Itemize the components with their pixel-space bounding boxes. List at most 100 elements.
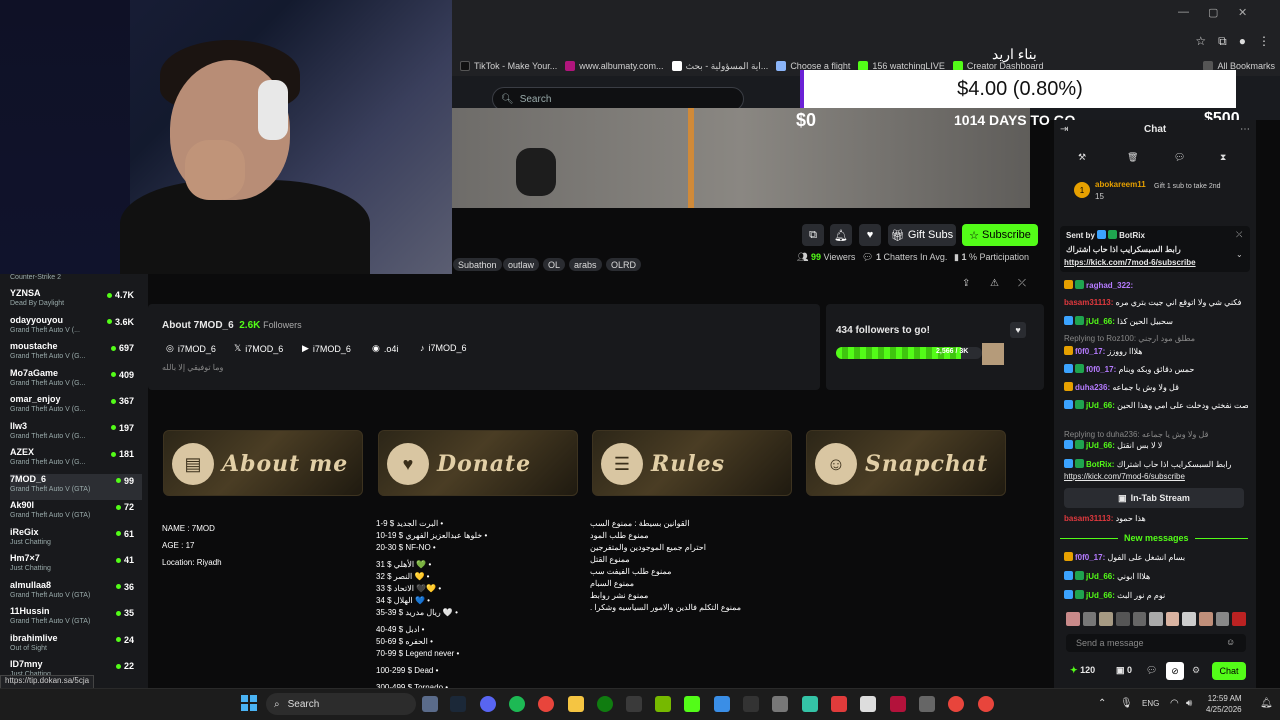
tag[interactable]: OL	[543, 258, 566, 271]
emote-icon[interactable]	[1132, 612, 1147, 626]
sidebar-channel-item[interactable]: YZNSA Dead By Daylight 4.7K	[10, 288, 142, 314]
xbox-icon[interactable]	[597, 696, 613, 712]
chat-message[interactable]: jUd_66: خلصت نفختي ودخلت على امي وهذا ال…	[1064, 400, 1248, 410]
pinned-link[interactable]: https://kick.com/7mod-6/subscribe	[1064, 258, 1196, 267]
chat-username[interactable]: jUd_66:	[1086, 401, 1115, 410]
tag[interactable]: OLRD	[606, 258, 642, 271]
emote-icon[interactable]	[1082, 612, 1097, 626]
app-icon[interactable]	[743, 696, 759, 712]
chevron-down-icon[interactable]: ⌄	[1236, 250, 1243, 259]
bookmark-item[interactable]: www.albumaty.com...	[565, 61, 664, 71]
gift-subs-button[interactable]: 🎁︎ Gift Subs	[888, 224, 956, 246]
stream-player[interactable]	[452, 108, 1030, 208]
chat-username[interactable]: jUd_66:	[1086, 317, 1115, 326]
trash-icon[interactable]: 🗑︎	[1127, 152, 1138, 163]
close-window-button[interactable]: ✕	[1238, 6, 1247, 19]
gift-sub-prompt[interactable]: Gift 1 sub to take 2nd	[1154, 182, 1230, 191]
follow-button[interactable]: ♥	[859, 224, 881, 246]
chat-message[interactable]: BotRix: رابط السبسكرايب اذا حاب اشتراك	[1064, 459, 1248, 469]
emote-icon[interactable]	[1215, 612, 1230, 626]
steam-icon[interactable]	[450, 696, 466, 712]
sidebar-channel-item[interactable]: odayyouyou Grand Theft Auto V (... 3.6K	[10, 315, 142, 341]
chrome-icon[interactable]	[948, 696, 964, 712]
top-gifter-name[interactable]: abokareem11	[1095, 180, 1146, 189]
emote-icon[interactable]	[1165, 612, 1180, 626]
kick-app-icon[interactable]	[684, 696, 700, 712]
gift-counter[interactable]: ▣ 0	[1116, 665, 1132, 676]
chat-username[interactable]: jUd_66:	[1086, 441, 1115, 450]
sidebar-channel-item[interactable]: llw3 Grand Theft Auto V (G... 197	[10, 421, 142, 447]
extensions-icon[interactable]: ⧉	[1218, 34, 1227, 49]
clip-button[interactable]: ⧉	[802, 224, 824, 246]
tag[interactable]: outlaw	[503, 258, 540, 271]
chat-message[interactable]: f0f0_17: هلااا رووزز	[1064, 346, 1248, 356]
minimize-button[interactable]: —	[1178, 6, 1189, 18]
chat-username[interactable]: f0f0_17:	[1086, 365, 1116, 374]
emote-icon[interactable]	[1182, 612, 1197, 626]
chat-settings-icon[interactable]: ⋯	[1240, 124, 1250, 135]
gear-icon[interactable]: ⚙	[1192, 665, 1200, 676]
menu-icon[interactable]: ⋮	[1258, 34, 1270, 49]
chat-username[interactable]: BotRix:	[1086, 460, 1114, 469]
chat-username[interactable]: f0f0_17:	[1075, 553, 1105, 562]
chat-message[interactable]: Replying to Roz100: مطلق مود ارجني	[1064, 334, 1248, 343]
sidebar-channel-item[interactable]: almullaa8 Grand Theft Auto V (GTA) 36	[10, 580, 142, 606]
panel-about-me[interactable]: ▤ About me	[163, 430, 363, 496]
sidebar-channel-item[interactable]: omar_enjoy Grand Theft Auto V (G... 367	[10, 394, 142, 420]
chat-username[interactable]: Replying to duha236:	[1064, 430, 1140, 439]
panel-donate[interactable]: ♥ Donate	[378, 430, 578, 496]
chat-message[interactable]: basam31113: هذا حمود	[1064, 514, 1248, 523]
file-explorer-icon[interactable]	[568, 696, 584, 712]
collapse-chat-icon[interactable]: ⇥	[1060, 124, 1068, 135]
chat-username[interactable]: f0f0_17:	[1075, 347, 1105, 356]
chat-username[interactable]: basam31113:	[1064, 298, 1113, 307]
bookmark-item[interactable]: اية المسؤولية - بحث...	[671, 61, 768, 72]
mute-icon[interactable]: ⤫	[1018, 278, 1026, 289]
windows-start-icon[interactable]	[241, 695, 257, 711]
tray-chevron-icon[interactable]: ⌃	[1098, 698, 1106, 709]
subscribe-button[interactable]: ☆ Subscribe	[962, 224, 1038, 246]
notification-bell-icon[interactable]: 🔔︎	[1260, 698, 1273, 709]
chat-message[interactable]: f0f0_17: بسام انشغل على الفول	[1064, 552, 1248, 562]
emote-icon[interactable]	[1099, 612, 1113, 626]
send-chat-button[interactable]: Chat	[1212, 662, 1246, 680]
spotify-icon[interactable]	[509, 696, 525, 712]
x-link[interactable]: 𝕏i7MOD_6	[234, 343, 283, 354]
mic-icon[interactable]: 🎙︎	[1120, 698, 1133, 709]
tag[interactable]: Subathon	[453, 258, 502, 271]
chat-message[interactable]: f0f0_17: حمس دقائق وبكه وبنام	[1064, 364, 1248, 374]
chat-message[interactable]: jUd_66: لا لا بس انقتل	[1064, 440, 1248, 450]
sidebar-channel-item[interactable]: 7MOD_6 Grand Theft Auto V (GTA) 99	[10, 473, 142, 500]
panel-rules[interactable]: ☰ Rules	[592, 430, 792, 496]
emote-icon[interactable]	[1115, 612, 1130, 626]
chat-message[interactable]: jUd_66: سحبيل الحين كذا	[1064, 316, 1248, 326]
chat-message[interactable]: Replying to duha236: قل ولا وش يا جماعه	[1064, 430, 1248, 439]
profile-icon[interactable]: ●	[1239, 34, 1246, 49]
settings-app-icon[interactable]	[919, 696, 935, 712]
discord-icon[interactable]	[480, 696, 496, 712]
chat-username[interactable]: jUd_66:	[1086, 572, 1115, 581]
chrome-icon[interactable]	[538, 696, 554, 712]
emote-icon[interactable]	[1199, 612, 1213, 626]
sidebar-channel-item[interactable]: AZEX Grand Theft Auto V (G... 181	[10, 447, 142, 473]
store-icon[interactable]	[626, 696, 642, 712]
panel-snapchat[interactable]: ☺ Snapchat	[806, 430, 1006, 496]
chrome-icon[interactable]	[978, 696, 994, 712]
chat-message[interactable]: duha236: قل ولا وش يا جماعه	[1064, 382, 1248, 392]
discord-link[interactable]: ◉ .o4i	[372, 343, 398, 354]
channel-points[interactable]: ✦ 120	[1070, 665, 1095, 676]
chat-username[interactable]: basam31113:	[1064, 514, 1113, 523]
volume-icon[interactable]: 🔊︎	[1186, 698, 1192, 709]
emote-icon[interactable]	[1066, 612, 1080, 626]
instagram-link[interactable]: ◎ i7MOD_6	[166, 343, 216, 354]
sidebar-channel-item[interactable]: Ak90l Grand Theft Auto V (GTA) 72	[10, 500, 142, 526]
language-indicator[interactable]: ENG	[1142, 699, 1159, 708]
app-icon[interactable]	[802, 696, 818, 712]
chat-message[interactable]: raghad_322:	[1064, 280, 1248, 290]
app-icon[interactable]	[831, 696, 847, 712]
wifi-icon[interactable]: ◠	[1170, 698, 1179, 709]
chat-username[interactable]: Replying to Roz100:	[1064, 334, 1136, 343]
chat-options-icon[interactable]: 💬︎	[1146, 665, 1157, 676]
app-icon[interactable]	[714, 696, 730, 712]
capcut-icon[interactable]	[860, 696, 876, 712]
